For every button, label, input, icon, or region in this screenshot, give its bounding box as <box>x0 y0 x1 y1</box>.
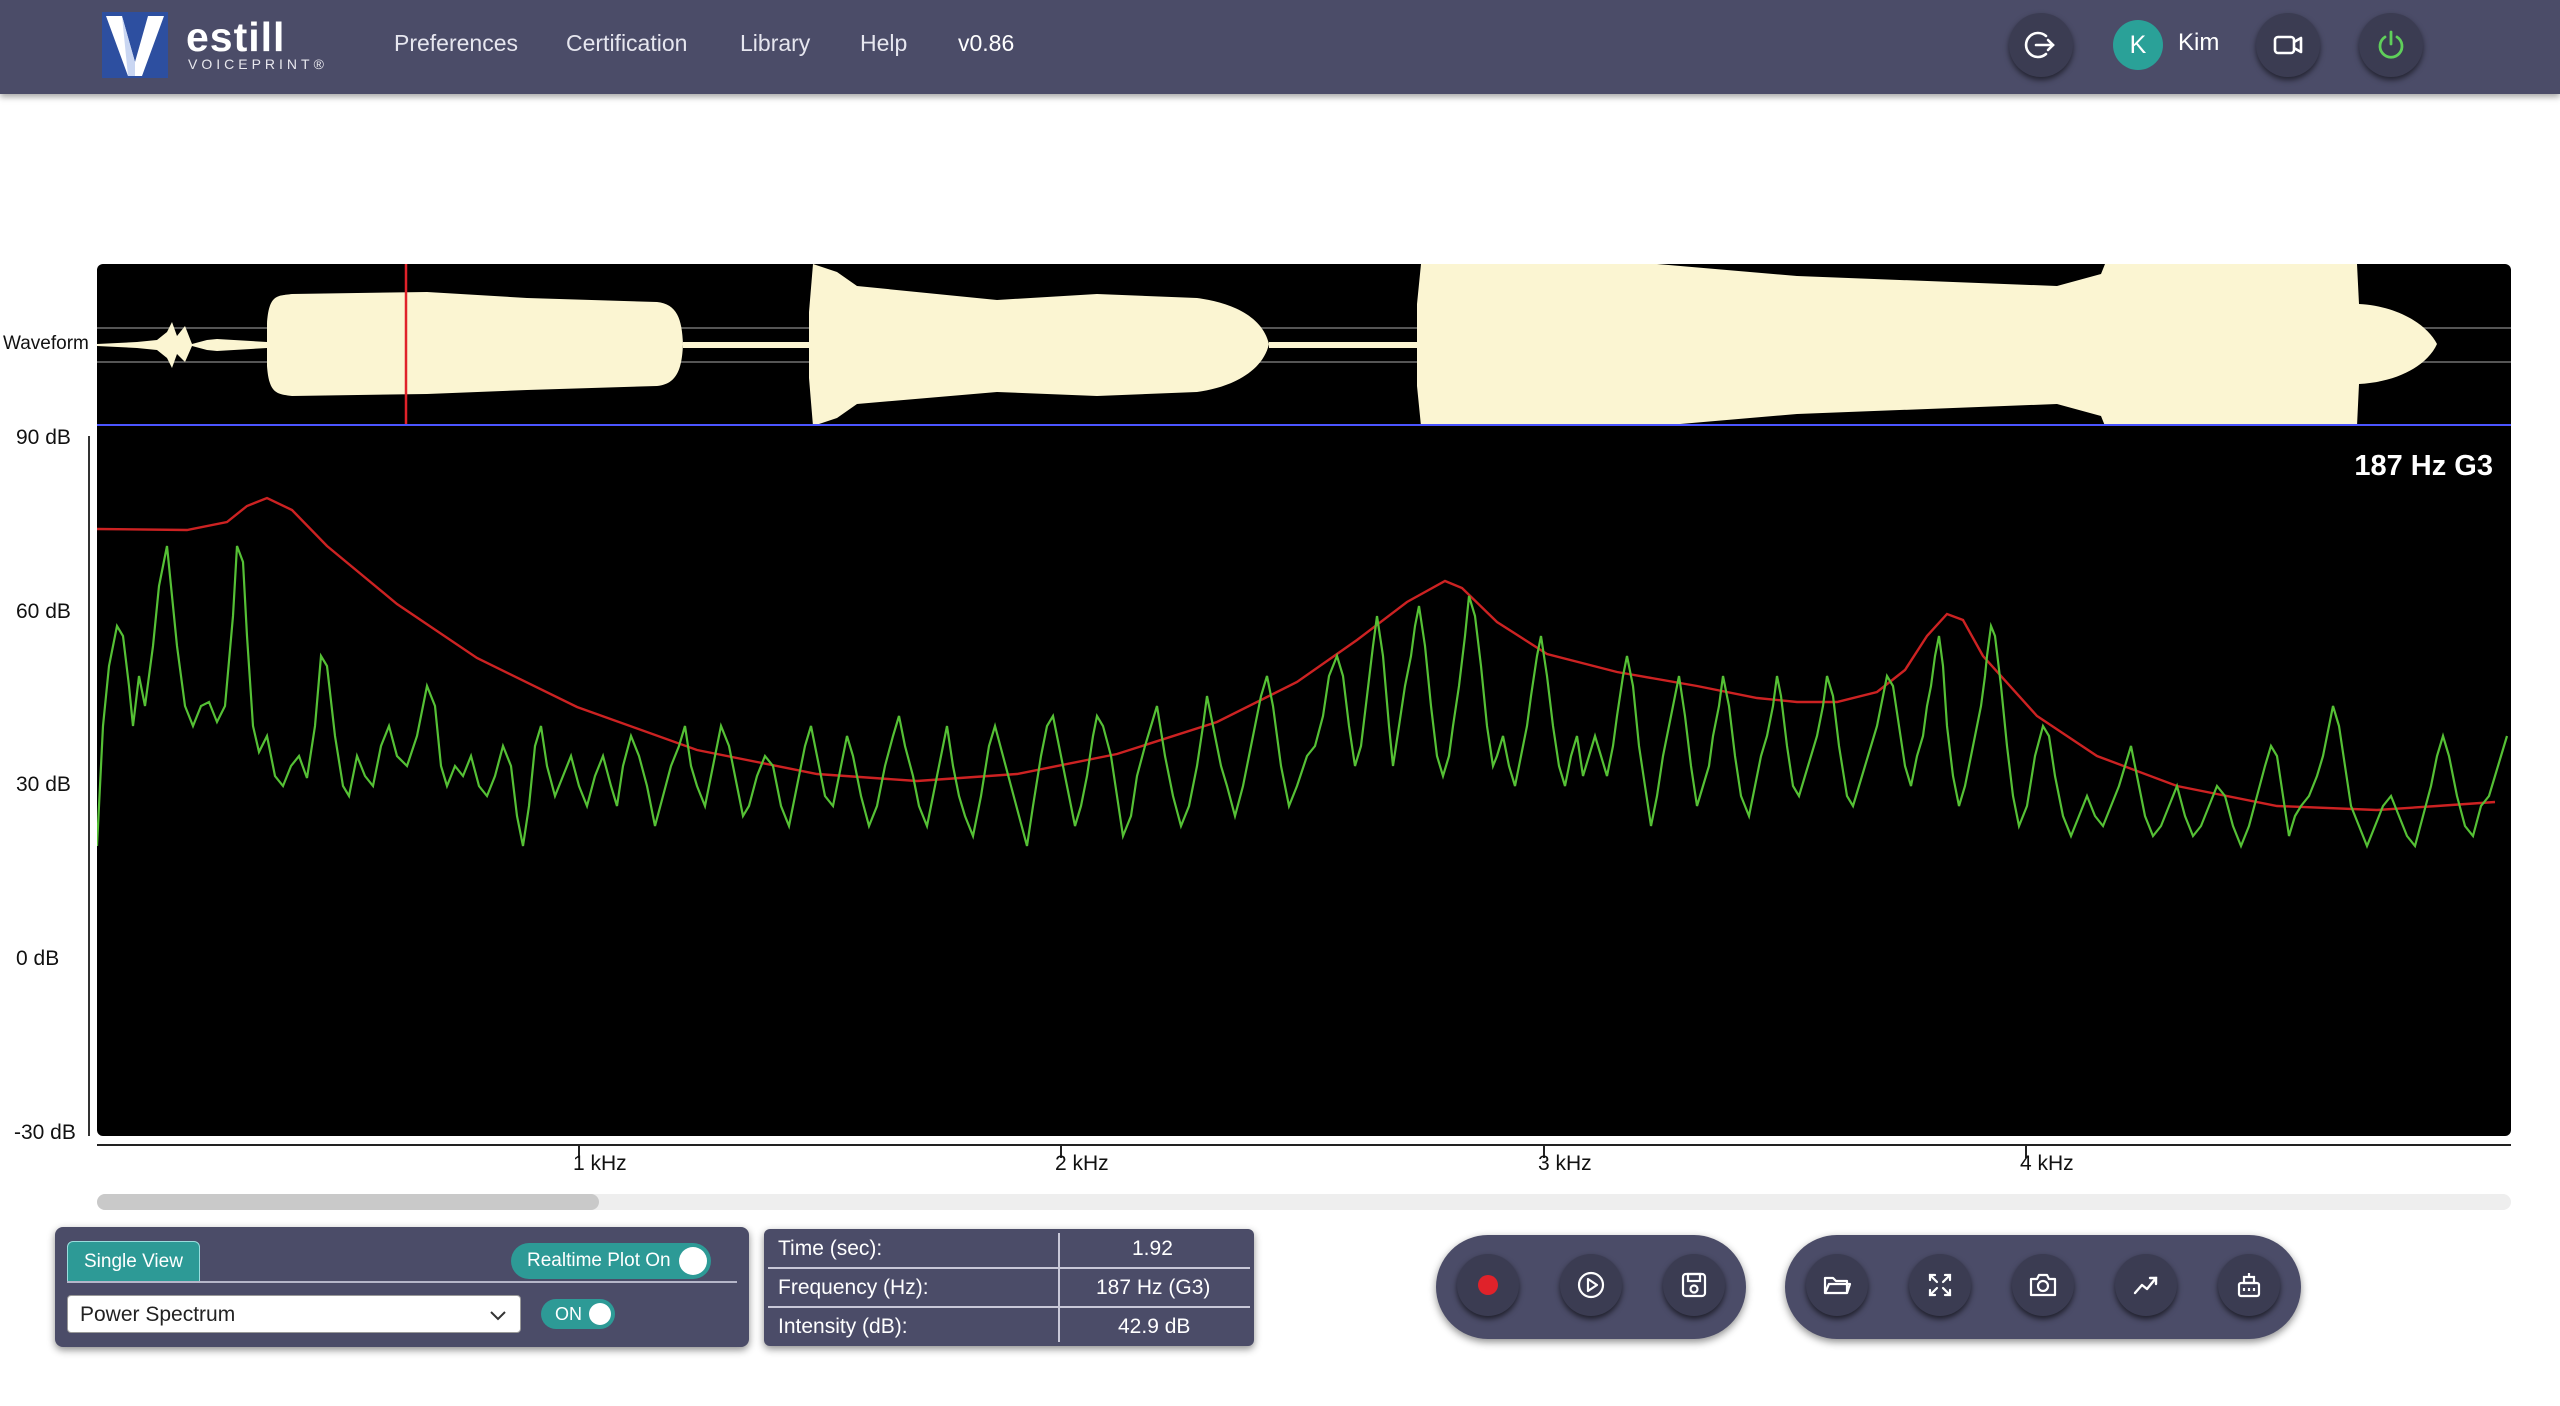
estill-voiceprint-logo[interactable]: estill VOICEPRINT® <box>100 10 350 80</box>
nav-preferences[interactable]: Preferences <box>394 30 518 57</box>
toggle-knob <box>679 1247 707 1275</box>
realtime-plot-label: Realtime Plot On <box>527 1250 671 1271</box>
record-icon <box>1478 1275 1498 1295</box>
x-tick-label: 1 kHz <box>573 1152 627 1175</box>
table-divider <box>1058 1233 1060 1342</box>
plot-type-value: Power Spectrum <box>80 1303 236 1326</box>
y-tick-label: -30 dB <box>14 1121 76 1144</box>
y-tick-label: 60 dB <box>16 600 71 623</box>
open-folder-icon <box>1823 1276 1852 1295</box>
settings-icon <box>2237 1273 2261 1298</box>
play-button[interactable] <box>1560 1254 1622 1316</box>
open-file-button[interactable] <box>1806 1254 1868 1316</box>
y-axis: 90 dB 60 dB 30 dB 0 dB -30 dB <box>0 426 97 1146</box>
intensity-value: 42.9 dB <box>1118 1315 1191 1338</box>
frequency-value: 187 Hz (G3) <box>1096 1276 1211 1299</box>
tab-single-view[interactable]: Single View <box>67 1241 200 1283</box>
fullscreen-icon <box>1928 1273 1952 1297</box>
nav-certification[interactable]: Certification <box>566 30 687 57</box>
pitch-readout: 187 Hz G3 <box>2354 450 2493 482</box>
waveform-segment <box>809 264 1269 426</box>
plot-on-label: ON <box>555 1304 582 1324</box>
plot-on-toggle[interactable]: ON <box>541 1299 615 1329</box>
scrollbar-thumb[interactable] <box>97 1194 599 1210</box>
waveform-panel[interactable] <box>97 264 2511 426</box>
trend-button[interactable] <box>2115 1254 2177 1316</box>
y-tick-label: 0 dB <box>16 947 60 970</box>
toggle-knob <box>589 1303 611 1325</box>
logo-wordmark: estill <box>186 14 286 60</box>
video-camera-icon <box>2273 35 2303 55</box>
trend-line-icon <box>2133 1276 2158 1295</box>
y-tick-label: 30 dB <box>16 773 71 796</box>
logout-button[interactable] <box>2009 13 2073 77</box>
waveform-label: Waveform <box>3 333 89 354</box>
user-name[interactable]: Kim <box>2178 29 2219 57</box>
screenshot-button[interactable] <box>2012 1254 2074 1316</box>
spectrum-panel[interactable]: 187 Hz G3 <box>97 426 2511 1136</box>
y-tick-label: 90 dB <box>16 426 71 449</box>
horizontal-scrollbar[interactable] <box>97 1194 2511 1210</box>
time-label: Time (sec): <box>778 1237 883 1260</box>
realtime-plot-toggle[interactable]: Realtime Plot On <box>511 1243 711 1279</box>
power-icon <box>2378 30 2404 59</box>
save-button[interactable] <box>1663 1254 1725 1316</box>
x-tick-label: 2 kHz <box>1055 1152 1109 1175</box>
tab-divider <box>67 1281 737 1283</box>
intensity-label: Intensity (dB): <box>778 1315 908 1338</box>
plot-type-select[interactable]: Power Spectrum <box>67 1295 521 1333</box>
camera-icon <box>2029 1273 2057 1297</box>
top-navigation-bar: estill VOICEPRINT® Preferences Certifica… <box>0 0 2560 94</box>
version-label: v0.86 <box>958 30 1015 56</box>
frequency-label: Frequency (Hz): <box>778 1276 929 1299</box>
power-button[interactable] <box>2359 13 2423 77</box>
logout-icon <box>2024 31 2055 59</box>
logo-v-mark-icon <box>102 12 168 78</box>
x-tick-label: 4 kHz <box>2020 1152 2074 1175</box>
table-divider <box>768 1306 1250 1308</box>
waveform-segment <box>1417 264 2437 426</box>
user-avatar[interactable]: K <box>2113 20 2163 70</box>
waveform-plot[interactable] <box>97 264 2511 426</box>
logo-subtitle: VOICEPRINT® <box>188 56 328 72</box>
time-value: 1.92 <box>1132 1237 1173 1260</box>
nav-library[interactable]: Library <box>740 30 810 57</box>
play-icon <box>1577 1271 1605 1299</box>
waveform-segment <box>267 292 683 396</box>
y-axis-line <box>88 436 90 1136</box>
x-tick-label: 3 kHz <box>1538 1152 1592 1175</box>
x-axis-line <box>97 1144 2511 1146</box>
fullscreen-button[interactable] <box>1909 1254 1971 1316</box>
view-control-panel: Single View Realtime Plot On Power Spect… <box>55 1227 749 1347</box>
record-button[interactable] <box>1457 1254 1519 1316</box>
measurement-readout-table: Time (sec): 1.92 Frequency (Hz): 187 Hz … <box>764 1229 1254 1346</box>
video-button[interactable] <box>2256 13 2320 77</box>
tools-button[interactable] <box>2218 1254 2280 1316</box>
chevron-down-icon <box>490 1311 506 1321</box>
table-divider <box>768 1267 1250 1269</box>
power-spectrum-line <box>97 545 2509 849</box>
nav-help[interactable]: Help <box>860 30 907 57</box>
power-spectrum-plot[interactable] <box>97 426 2511 1136</box>
save-icon <box>1681 1272 1707 1298</box>
